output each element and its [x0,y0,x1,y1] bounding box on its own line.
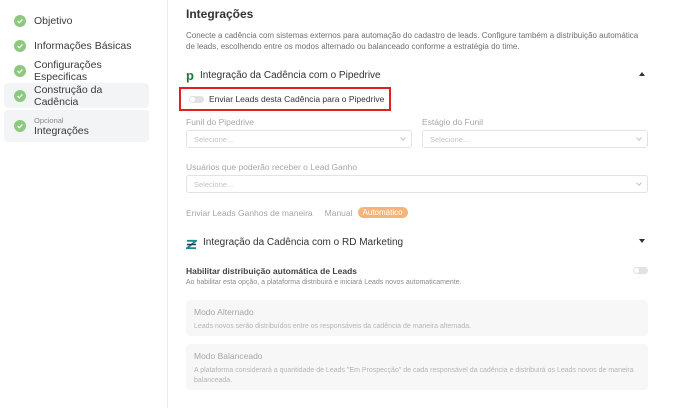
step-label: Configurações Especificas [34,58,102,83]
modo-alternado-card[interactable]: Modo Alternado Leads novos serão distrib… [186,300,648,336]
step-configuracoes-especificas[interactable]: Configurações Especificas [4,58,149,83]
step-construcao-da-cadencia[interactable]: Construção da Cadência [4,83,149,108]
modo-alternado-title: Modo Alternado [194,307,254,317]
page-description: Conecte a cadência com sistemas externos… [186,31,639,51]
usuarios-select-value: Selecione... [194,179,234,189]
rd-logo-icon [184,237,199,249]
pipedrive-send-toggle-label: Enviar Leads desta Cadência para o Piped… [209,94,385,104]
step-sidebar: Objetivo Informações Básicas Configuraçõ… [0,0,168,408]
usuarios-label: Usuários que poderão receber o Lead Ganh… [186,162,358,172]
step-informacoes-basicas[interactable]: Informações Básicas [4,33,149,58]
mode-manual-option[interactable]: Manual [325,208,353,218]
modo-balanceado-desc: A plataforma considerará a quantidade de… [194,367,634,384]
step-integracoes[interactable]: Opcional Integrações [4,110,149,142]
pipedrive-toggle-row: Enviar Leads desta Cadência para o Piped… [179,87,391,111]
habilitar-title: Habilitar distribuição automática de Lea… [186,266,357,276]
modo-balanceado-title: Modo Balanceado [194,351,263,361]
check-circle-icon [14,89,26,102]
modo-alternado-desc: Leads novos serão distribuídos entre os … [194,323,472,330]
chevron-down-icon [636,180,642,186]
pipedrive-send-toggle[interactable] [189,95,204,103]
step-label: Integrações [34,124,89,137]
step-label: Informações Básicas [34,39,132,52]
check-circle-icon [14,64,26,77]
chevron-down-icon [400,135,406,141]
check-circle-icon [14,39,26,52]
check-circle-icon [14,120,26,132]
page-title: Integrações [186,7,254,21]
chevron-down-icon [636,135,642,141]
pipedrive-logo-icon: p [186,67,194,83]
usuarios-select[interactable]: Selecione... [186,175,648,193]
funil-select-value: Selecione... [194,134,234,144]
step-objetivo[interactable]: Objetivo [4,8,149,33]
modo-balanceado-card[interactable]: Modo Balanceado A plataforma considerará… [186,344,648,390]
pipedrive-section-title: Integração da Cadência com o Pipedrive [199,69,381,81]
send-mode-label: Enviar Leads Ganhos de maneira [186,207,313,218]
step-label: Objetivo [34,14,73,27]
funil-label: Funil do Pipedrive [186,117,255,127]
rd-section-title: Integração da Cadência com o RD Marketin… [203,236,404,248]
estagio-label: Estágio do Funil [422,117,483,127]
estagio-select[interactable]: Selecione... [422,130,648,148]
mode-automatico-option[interactable]: Automático [357,207,408,218]
pipedrive-section-header[interactable]: p Integração da Cadência com o Pipedrive [186,67,648,83]
rd-section-header[interactable]: Integração da Cadência com o RD Marketin… [184,234,648,250]
funil-select[interactable]: Selecione... [186,130,412,148]
habilitar-description: Ao habilitar esta opção, a plataforma di… [186,279,462,286]
send-mode-row: Enviar Leads Ganhos de maneira Manual Au… [186,207,408,218]
check-circle-icon [14,14,26,27]
estagio-select-value: Selecione... [430,134,470,144]
step-label: Construção da Cadência [34,83,103,108]
step-optional-tag: Opcional [34,115,64,125]
chevron-down-icon[interactable] [639,239,645,243]
chevron-up-icon[interactable] [639,72,645,76]
habilitar-toggle[interactable] [633,267,648,274]
